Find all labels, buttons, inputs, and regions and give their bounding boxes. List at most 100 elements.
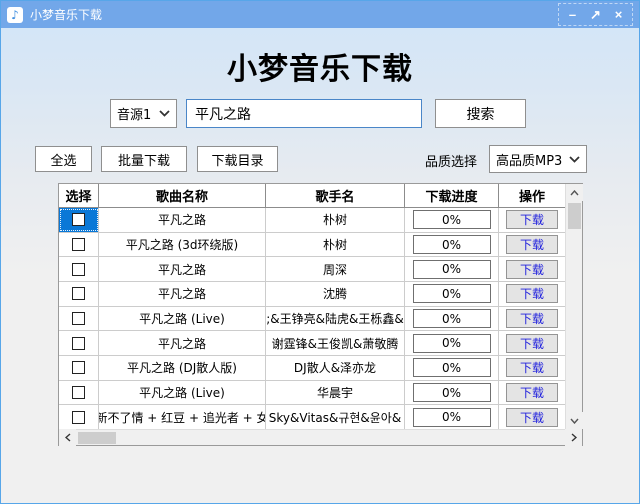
table-row: 新不了情 + 红豆 + 追光者 + 女 Sky&Vitas&규현&윤아& 0% … bbox=[59, 405, 565, 430]
song-name: 平凡之路 (Live) bbox=[139, 312, 225, 327]
song-name-cell: 平凡之路 (DJ散人版) bbox=[99, 356, 266, 380]
row-select-cell[interactable] bbox=[59, 306, 99, 331]
row-checkbox[interactable] bbox=[72, 410, 85, 424]
row-select-cell[interactable] bbox=[59, 232, 99, 257]
download-button[interactable]: 下载 bbox=[506, 309, 558, 329]
progress-cell: 0% bbox=[405, 356, 499, 380]
window-controls: – ↗ × bbox=[558, 3, 633, 26]
action-cell: 下载 bbox=[499, 331, 565, 355]
row-checkbox[interactable] bbox=[72, 287, 85, 301]
row-select-cell[interactable] bbox=[59, 208, 99, 232]
maximize-button[interactable]: ↗ bbox=[584, 5, 607, 24]
download-button[interactable]: 下载 bbox=[506, 407, 558, 427]
download-button[interactable]: 下载 bbox=[506, 210, 558, 230]
scroll-up-icon[interactable] bbox=[565, 184, 583, 201]
row-select-cell[interactable] bbox=[59, 380, 99, 405]
action-cell: 下载 bbox=[499, 405, 565, 429]
row-select-cell[interactable] bbox=[59, 331, 99, 356]
batch-download-button[interactable]: 批量下载 bbox=[101, 146, 187, 172]
row-select-cell[interactable] bbox=[59, 405, 99, 430]
artist-name-cell: Sky&Vitas&규현&윤아& bbox=[266, 405, 405, 430]
song-name: 平凡之路 bbox=[157, 262, 206, 277]
source-select[interactable]: 音源1 bbox=[110, 99, 177, 128]
col-header-select: 选择 bbox=[59, 184, 99, 207]
artist-name: ;&王铮亮&陆虎&王栎鑫& bbox=[266, 312, 404, 327]
row-checkbox[interactable] bbox=[72, 262, 85, 276]
horizontal-scrollbar[interactable] bbox=[59, 429, 582, 446]
song-name-cell: 平凡之路 bbox=[99, 331, 266, 356]
row-select-cell[interactable] bbox=[59, 257, 99, 282]
artist-name-cell: ;&王铮亮&陆虎&王栎鑫& bbox=[266, 306, 405, 331]
app-window: ♪ 小梦音乐下载 – ↗ × 小梦音乐下载 音源1 搜索 全选 批量下载 下载目… bbox=[0, 0, 640, 504]
artist-name-cell: 周深 bbox=[266, 257, 405, 282]
progress-value: 0% bbox=[412, 210, 491, 230]
col-header-artist: 歌手名 bbox=[266, 184, 405, 207]
music-note-icon: ♪ bbox=[7, 6, 23, 23]
window-title: 小梦音乐下载 bbox=[30, 8, 103, 22]
row-checkbox[interactable] bbox=[72, 361, 85, 375]
song-name: 平凡之路 bbox=[157, 287, 206, 302]
table-row: 平凡之路 朴树 0% 下载 bbox=[59, 208, 565, 233]
progress-value: 0% bbox=[412, 358, 491, 378]
progress-cell: 0% bbox=[405, 380, 499, 405]
vertical-scrollbar[interactable] bbox=[565, 184, 583, 429]
select-all-button[interactable]: 全选 bbox=[35, 146, 92, 172]
table-row: 平凡之路 (3d环绕版) 朴树 0% 下载 bbox=[59, 232, 565, 258]
row-select-cell[interactable] bbox=[59, 282, 99, 306]
row-select-cell[interactable] bbox=[59, 356, 99, 380]
table-row: 平凡之路 (Live) ;&王铮亮&陆虎&王栎鑫& 0% 下载 bbox=[59, 306, 565, 332]
minimize-button[interactable]: – bbox=[561, 5, 584, 24]
artist-name: 朴树 bbox=[322, 238, 347, 252]
row-checkbox[interactable] bbox=[72, 213, 85, 227]
quality-select-value: 高品质MP3 bbox=[496, 153, 563, 169]
progress-cell: 0% bbox=[405, 257, 499, 282]
artist-name: 谢霆锋&王俊凯&萧敬腾 bbox=[271, 336, 399, 351]
song-name-cell: 平凡之路 bbox=[99, 282, 266, 306]
download-button[interactable]: 下载 bbox=[506, 259, 558, 279]
action-cell: 下载 bbox=[499, 307, 565, 331]
download-dir-button[interactable]: 下载目录 bbox=[197, 146, 278, 172]
table-header: 选择 歌曲名称 歌手名 下载进度 操作 bbox=[59, 184, 565, 208]
artist-name-cell: DJ散人&泽亦龙 bbox=[266, 356, 405, 380]
col-header-action: 操作 bbox=[518, 190, 545, 205]
quality-select[interactable]: 高品质MP3 bbox=[489, 145, 587, 173]
song-name-cell: 平凡之路 (3d环绕版) bbox=[99, 232, 266, 257]
download-button[interactable]: 下载 bbox=[506, 383, 558, 403]
source-select-value: 音源1 bbox=[117, 108, 152, 123]
table-row: 平凡之路 周深 0% 下载 bbox=[59, 257, 565, 283]
vertical-scroll-thumb[interactable] bbox=[567, 203, 581, 229]
download-button[interactable]: 下载 bbox=[506, 333, 558, 353]
row-checkbox[interactable] bbox=[72, 336, 85, 350]
artist-name: 华晨宇 bbox=[316, 386, 353, 401]
table-row: 平凡之路 (Live) 华晨宇 0% 下载 bbox=[59, 380, 565, 406]
row-checkbox[interactable] bbox=[72, 238, 85, 251]
progress-value: 0% bbox=[412, 284, 491, 304]
search-input[interactable] bbox=[186, 99, 422, 128]
download-button[interactable]: 下载 bbox=[506, 235, 558, 254]
col-header-progress: 下载进度 bbox=[405, 184, 499, 207]
row-checkbox[interactable] bbox=[72, 386, 85, 400]
col-header-song: 歌曲名称 bbox=[99, 184, 266, 207]
chevron-down-icon bbox=[159, 110, 170, 117]
action-cell: 下载 bbox=[499, 381, 565, 405]
download-button[interactable]: 下载 bbox=[506, 284, 558, 304]
scroll-left-icon[interactable] bbox=[59, 429, 76, 446]
artist-name: DJ散人&泽亦龙 bbox=[293, 361, 377, 376]
artist-name-cell: 沈腾 bbox=[266, 282, 405, 306]
table-row: 平凡之路 沈腾 0% 下载 bbox=[59, 282, 565, 307]
artist-name: 周深 bbox=[322, 262, 347, 277]
song-name: 平凡之路 bbox=[157, 336, 206, 351]
action-cell: 下载 bbox=[499, 233, 565, 257]
close-button[interactable]: × bbox=[607, 5, 630, 24]
song-name-cell: 平凡之路 (Live) bbox=[99, 306, 266, 331]
progress-cell: 0% bbox=[405, 331, 499, 356]
scroll-right-icon[interactable] bbox=[565, 429, 582, 446]
download-button[interactable]: 下载 bbox=[506, 358, 558, 378]
song-name: 平凡之路 (Live) bbox=[139, 386, 225, 401]
row-checkbox[interactable] bbox=[72, 312, 85, 326]
progress-value: 0% bbox=[412, 309, 491, 329]
search-button[interactable]: 搜索 bbox=[435, 99, 526, 128]
horizontal-scroll-thumb[interactable] bbox=[78, 431, 116, 444]
artist-name: 沈腾 bbox=[322, 287, 347, 302]
scroll-down-icon[interactable] bbox=[565, 412, 583, 429]
